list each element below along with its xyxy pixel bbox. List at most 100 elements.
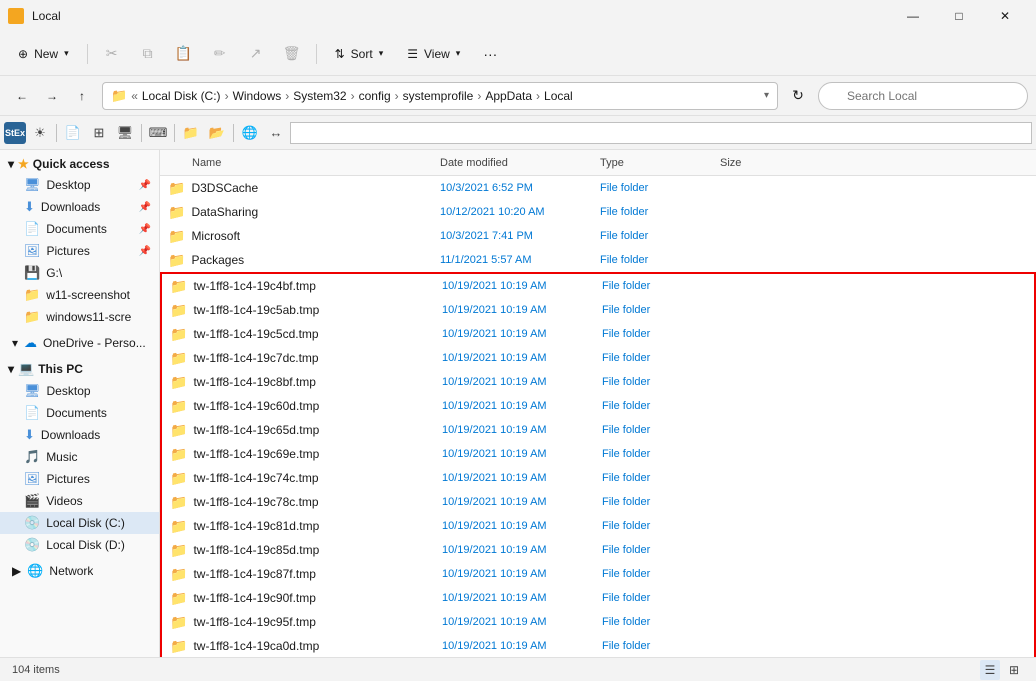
- breadcrumb-appdata[interactable]: AppData: [485, 89, 532, 103]
- stex-input[interactable]: [290, 122, 1032, 144]
- sidebar-item-g-drive[interactable]: 💾 G:\: [0, 262, 159, 284]
- sidebar-item-pictures2[interactable]: 🖼 Pictures: [0, 468, 159, 490]
- table-row[interactable]: 📁 D3DSCache 10/3/2021 6:52 PM File folde…: [160, 176, 1036, 200]
- delete-button[interactable]: 🗑: [276, 38, 308, 70]
- sidebar-item-documents[interactable]: 📄 Documents 📌: [0, 218, 159, 240]
- copy-button[interactable]: ⧉: [132, 38, 164, 70]
- details-view-button[interactable]: ☰: [980, 660, 1000, 680]
- table-row[interactable]: 📁 tw-1ff8-1c4-19c65d.tmp 10/19/2021 10:1…: [162, 418, 1034, 442]
- sidebar-item-local-disk-c[interactable]: 💿 Local Disk (C:): [0, 512, 159, 534]
- table-row[interactable]: 📁 tw-1ff8-1c4-19c7dc.tmp 10/19/2021 10:1…: [162, 346, 1034, 370]
- stex-btn-globe[interactable]: 🌐: [238, 121, 262, 145]
- g-drive-label: G:\: [46, 266, 62, 280]
- sidebar-item-onedrive[interactable]: ▾ ☁ OneDrive - Perso...: [0, 332, 159, 354]
- large-icons-view-button[interactable]: ⊞: [1004, 660, 1024, 680]
- sidebar-item-downloads2[interactable]: ⬇ Downloads: [0, 424, 159, 446]
- cell-name: 📁 tw-1ff8-1c4-19c65d.tmp: [162, 422, 442, 439]
- sidebar-item-w11-screenshot[interactable]: 📁 w11-screenshot: [0, 284, 159, 306]
- table-row[interactable]: 📁 Packages 11/1/2021 5:57 AM File folder: [160, 248, 1036, 272]
- stex-btn-doc[interactable]: 📄: [61, 121, 85, 145]
- pictures-label: Pictures: [47, 244, 90, 258]
- search-input[interactable]: [818, 82, 1028, 110]
- table-row[interactable]: 📁 tw-1ff8-1c4-19c85d.tmp 10/19/2021 10:1…: [162, 538, 1034, 562]
- cell-name: 📁 tw-1ff8-1c4-19c69e.tmp: [162, 446, 442, 463]
- table-row[interactable]: 📁 tw-1ff8-1c4-19c74c.tmp 10/19/2021 10:1…: [162, 466, 1034, 490]
- more-button[interactable]: ···: [474, 38, 506, 70]
- col-header-date[interactable]: Date modified: [440, 157, 600, 169]
- breadcrumb-local-disk-c[interactable]: Local Disk (C:): [142, 89, 221, 103]
- table-row[interactable]: 📁 tw-1ff8-1c4-19c78c.tmp 10/19/2021 10:1…: [162, 490, 1034, 514]
- table-row[interactable]: 📁 tw-1ff8-1c4-19c90f.tmp 10/19/2021 10:1…: [162, 586, 1034, 610]
- col-header-size[interactable]: Size: [720, 157, 800, 169]
- table-row[interactable]: 📁 tw-1ff8-1c4-19c87f.tmp 10/19/2021 10:1…: [162, 562, 1034, 586]
- col-header-type[interactable]: Type: [600, 157, 720, 169]
- sidebar-item-pictures[interactable]: 🖼 Pictures 📌: [0, 240, 159, 262]
- table-row[interactable]: 📁 tw-1ff8-1c4-19ca0d.tmp 10/19/2021 10:1…: [162, 634, 1034, 657]
- sidebar-item-windows11-scre[interactable]: 📁 windows11-scre: [0, 306, 159, 328]
- table-row[interactable]: 📁 tw-1ff8-1c4-19c4bf.tmp 10/19/2021 10:1…: [162, 274, 1034, 298]
- stex-btn-sun[interactable]: ☀: [28, 121, 52, 145]
- stex-btn-screen[interactable]: 🖥: [113, 121, 137, 145]
- cell-name: 📁 D3DSCache: [160, 180, 440, 197]
- file-name: tw-1ff8-1c4-19c85d.tmp: [193, 543, 319, 557]
- share-button[interactable]: ↗: [240, 38, 272, 70]
- maximize-button[interactable]: □: [936, 0, 982, 32]
- stex-btn-grid[interactable]: ⊞: [87, 121, 111, 145]
- paste-button[interactable]: 📋: [168, 38, 200, 70]
- breadcrumb-systemprofile[interactable]: systemprofile: [403, 89, 474, 103]
- col-header-name[interactable]: Name: [160, 157, 440, 169]
- breadcrumb-dropdown-button[interactable]: ▾: [764, 90, 769, 101]
- table-row[interactable]: 📁 tw-1ff8-1c4-19c5cd.tmp 10/19/2021 10:1…: [162, 322, 1034, 346]
- stex-btn-arrow[interactable]: ↔: [264, 121, 288, 145]
- new-button[interactable]: ⊕ New ▾: [8, 38, 79, 70]
- back-button[interactable]: ←: [8, 82, 36, 110]
- file-name: tw-1ff8-1c4-19c95f.tmp: [193, 615, 316, 629]
- breadcrumb-windows[interactable]: Windows: [233, 89, 282, 103]
- new-chevron-icon: ▾: [64, 48, 69, 59]
- documents-icon: 📄: [24, 221, 40, 237]
- close-button[interactable]: ✕: [982, 0, 1028, 32]
- table-row[interactable]: 📁 tw-1ff8-1c4-19c60d.tmp 10/19/2021 10:1…: [162, 394, 1034, 418]
- breadcrumb-bar[interactable]: 📁 « Local Disk (C:) › Windows › System32…: [102, 82, 778, 110]
- sidebar-item-desktop2[interactable]: 🖥 Desktop: [0, 380, 159, 402]
- stex-btn-folder2[interactable]: 📂: [205, 121, 229, 145]
- table-row[interactable]: 📁 tw-1ff8-1c4-19c5ab.tmp 10/19/2021 10:1…: [162, 298, 1034, 322]
- sidebar-item-downloads[interactable]: ⬇ Downloads 📌: [0, 196, 159, 218]
- cut-button[interactable]: ✂: [96, 38, 128, 70]
- sidebar-item-videos[interactable]: 🎬 Videos: [0, 490, 159, 512]
- sidebar-item-documents2[interactable]: 📄 Documents: [0, 402, 159, 424]
- downloads-label: Downloads: [41, 200, 100, 214]
- sort-button[interactable]: ⇅ Sort ▾: [325, 38, 394, 70]
- cell-name: 📁 tw-1ff8-1c4-19c81d.tmp: [162, 518, 442, 535]
- stex-btn-cmd[interactable]: ⌨: [146, 121, 170, 145]
- up-button[interactable]: ↑: [68, 82, 96, 110]
- stex-btn-folder1[interactable]: 📁: [179, 121, 203, 145]
- cell-type: File folder: [602, 424, 722, 436]
- table-row[interactable]: 📁 Microsoft 10/3/2021 7:41 PM File folde…: [160, 224, 1036, 248]
- table-row[interactable]: 📁 tw-1ff8-1c4-19c69e.tmp 10/19/2021 10:1…: [162, 442, 1034, 466]
- refresh-button[interactable]: ↻: [784, 82, 812, 110]
- breadcrumb-config[interactable]: config: [359, 89, 391, 103]
- rename-button[interactable]: ✏: [204, 38, 236, 70]
- sidebar-item-network[interactable]: ▶ 🌐 Network: [0, 560, 159, 582]
- minimize-button[interactable]: —: [890, 0, 936, 32]
- this-pc-header[interactable]: ▾ 💻 This PC: [0, 358, 159, 380]
- documents2-label: Documents: [46, 406, 107, 420]
- folder-icon: 📁: [170, 398, 187, 415]
- breadcrumb-local[interactable]: Local: [544, 89, 573, 103]
- cell-type: File folder: [602, 592, 722, 604]
- table-row[interactable]: 📁 tw-1ff8-1c4-19c8bf.tmp 10/19/2021 10:1…: [162, 370, 1034, 394]
- cell-date: 11/1/2021 5:57 AM: [440, 254, 600, 266]
- windows11-scre-label: windows11-scre: [46, 310, 131, 324]
- view-button[interactable]: ☰ View ▾: [397, 38, 470, 70]
- pictures-icon: 🖼: [24, 243, 41, 259]
- breadcrumb-system32[interactable]: System32: [293, 89, 346, 103]
- table-row[interactable]: 📁 tw-1ff8-1c4-19c95f.tmp 10/19/2021 10:1…: [162, 610, 1034, 634]
- table-row[interactable]: 📁 DataSharing 10/12/2021 10:20 AM File f…: [160, 200, 1036, 224]
- sidebar-item-music[interactable]: 🎵 Music: [0, 446, 159, 468]
- forward-button[interactable]: →: [38, 82, 66, 110]
- quick-access-header[interactable]: ▾ ★ Quick access: [0, 154, 159, 174]
- sidebar-item-desktop[interactable]: 🖥 Desktop 📌: [0, 174, 159, 196]
- sidebar-item-local-disk-d[interactable]: 💿 Local Disk (D:): [0, 534, 159, 556]
- table-row[interactable]: 📁 tw-1ff8-1c4-19c81d.tmp 10/19/2021 10:1…: [162, 514, 1034, 538]
